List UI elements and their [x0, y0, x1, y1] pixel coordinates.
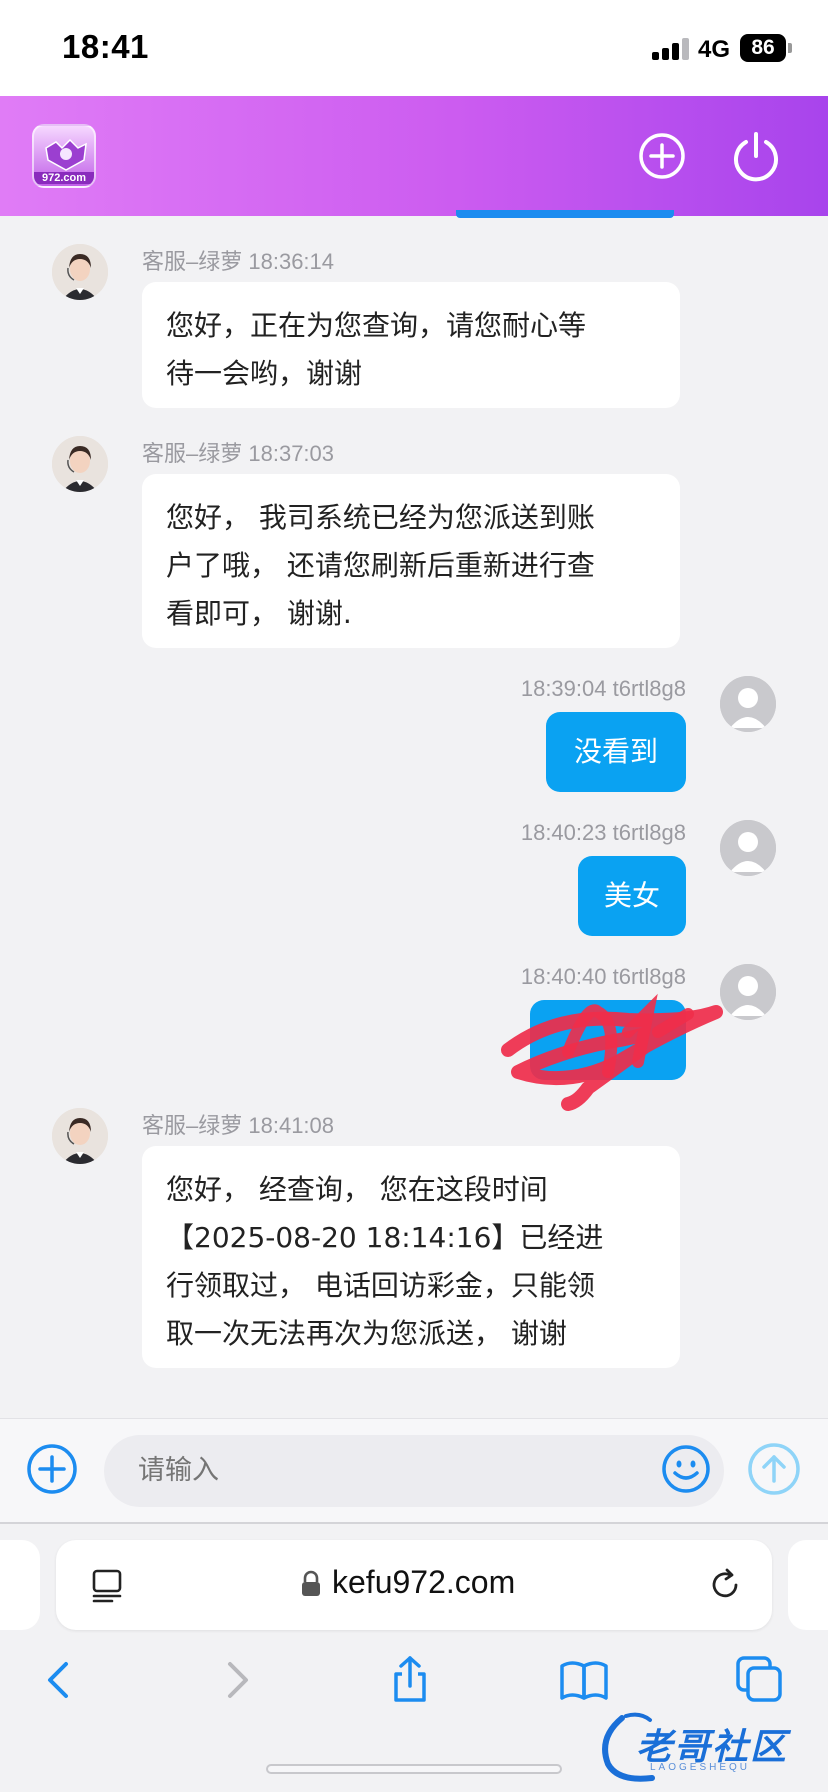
message-bubble[interactable]: 没看到 [546, 712, 686, 792]
app-header: 972.com [0, 96, 828, 216]
add-circle-icon [639, 133, 685, 179]
add-button[interactable] [634, 128, 690, 184]
message-line: 您好， 我司系统已经为您派送到账 [166, 501, 595, 534]
message-line: 您好，正在为您查询，请您耐心等 [166, 309, 587, 342]
message-time: 18:39:04 [520, 676, 607, 701]
next-tab-peek[interactable] [788, 1540, 828, 1630]
message-line: 看即可， 谢谢. [166, 597, 352, 630]
lock-icon [300, 1570, 322, 1598]
user-avatar [720, 676, 776, 732]
message-line: 行领取过， 电话回访彩金，只能领 [166, 1269, 595, 1302]
message-input[interactable] [104, 1435, 724, 1507]
attach-button[interactable] [24, 1441, 80, 1497]
watermark-logo: 老哥社区 LAOGESHEQU [592, 1708, 828, 1786]
status-time: 18:41 [62, 28, 149, 65]
app-logo[interactable]: 972.com [32, 124, 96, 188]
watermark-subtext: LAOGESHEQU [650, 1762, 751, 1773]
sender-name: t6rtl8g8 [612, 820, 686, 845]
message-line: 您好， 经查询， 您在这段时间 [166, 1173, 548, 1206]
previous-tab-peek[interactable] [0, 1540, 40, 1630]
sender-name: t6rtl8g8 [612, 676, 686, 701]
previous-message-edge [456, 210, 674, 218]
bookmarks-icon [560, 1661, 608, 1700]
message-time: 18:41:08 [248, 1113, 335, 1138]
reload-icon [712, 1568, 738, 1598]
bookmarks-button[interactable] [558, 1654, 610, 1706]
sender-name: 客服–绿萝 [142, 249, 243, 274]
message-meta: 18:40:40 t6rtl8g8 [521, 964, 686, 990]
reader-button[interactable] [90, 1568, 126, 1604]
sender-name: 客服–绿萝 [142, 1113, 243, 1138]
emoji-button[interactable] [660, 1443, 712, 1495]
message-meta: 18:40:23 t6rtl8g8 [521, 820, 686, 846]
home-indicator[interactable] [266, 1764, 562, 1774]
browser-toolbar: kefu972.com 老哥社区 LAOGESHEQU [0, 1526, 828, 1792]
message-line: 户了哦， 还请您刷新后重新进行查 [166, 549, 595, 582]
tabs-icon [736, 1656, 782, 1702]
agent-avatar [52, 244, 108, 300]
message-meta: 客服–绿萝 18:37:03 [142, 436, 334, 468]
back-button[interactable] [34, 1654, 86, 1706]
reload-button[interactable] [706, 1566, 744, 1604]
sender-name: t6rtl8g8 [612, 964, 686, 989]
emoji-icon [662, 1445, 710, 1493]
send-button[interactable] [746, 1441, 802, 1497]
tabs-button[interactable] [734, 1654, 786, 1706]
sender-name: 客服–绿萝 [142, 441, 243, 466]
user-avatar [720, 964, 776, 1020]
battery-level: 86 [740, 34, 786, 62]
status-bar: 18:41 4G 86 [0, 0, 828, 96]
message-line: 待一会哟，谢谢 [166, 357, 363, 390]
plus-circle-icon [27, 1444, 77, 1494]
message-time: 18:40:40 [520, 964, 607, 989]
message-time: 18:40:23 [520, 820, 607, 845]
reader-icon [92, 1569, 122, 1603]
address-bar[interactable]: kefu972.com [56, 1540, 772, 1630]
redaction-scribble [501, 993, 723, 1111]
message-bubble[interactable]: 美女 [578, 856, 686, 936]
network-type: 4G [698, 36, 731, 63]
message-bubble[interactable]: 您好， 经查询， 您在这段时间 【2025-08-20 18:14:16】已经进… [142, 1146, 680, 1368]
message-meta: 18:39:04 t6rtl8g8 [521, 676, 686, 702]
logout-button[interactable] [728, 128, 784, 184]
forward-icon [228, 1662, 248, 1698]
url-text: kefu972.com [332, 1564, 516, 1600]
message-time: 18:37:03 [248, 441, 335, 466]
message-composer [0, 1418, 828, 1524]
agent-avatar [52, 1108, 108, 1164]
back-icon [48, 1662, 68, 1698]
logo-text: 972.com [34, 172, 94, 184]
message-time: 18:36:14 [248, 249, 335, 274]
share-button[interactable] [384, 1654, 436, 1706]
battery-tip [788, 43, 792, 53]
send-arrow-up-icon [748, 1443, 800, 1495]
forward-button[interactable] [210, 1654, 262, 1706]
power-icon [734, 132, 778, 182]
message-bubble[interactable]: 您好，正在为您查询，请您耐心等 待一会哟，谢谢 [142, 282, 680, 408]
message-bubble[interactable]: 您好， 我司系统已经为您派送到账 户了哦， 还请您刷新后重新进行查 看即可， 谢… [142, 474, 680, 648]
share-icon [394, 1656, 426, 1702]
agent-avatar [52, 436, 108, 492]
message-meta: 客服–绿萝 18:36:14 [142, 244, 334, 276]
cellular-signal-icon [652, 38, 690, 60]
message-line: 【2025-08-20 18:14:16】已经进 [166, 1221, 604, 1254]
message-line: 取一次无法再次为您派送， 谢谢 [166, 1317, 567, 1350]
message-meta: 客服–绿萝 18:41:08 [142, 1108, 334, 1140]
user-avatar [720, 820, 776, 876]
